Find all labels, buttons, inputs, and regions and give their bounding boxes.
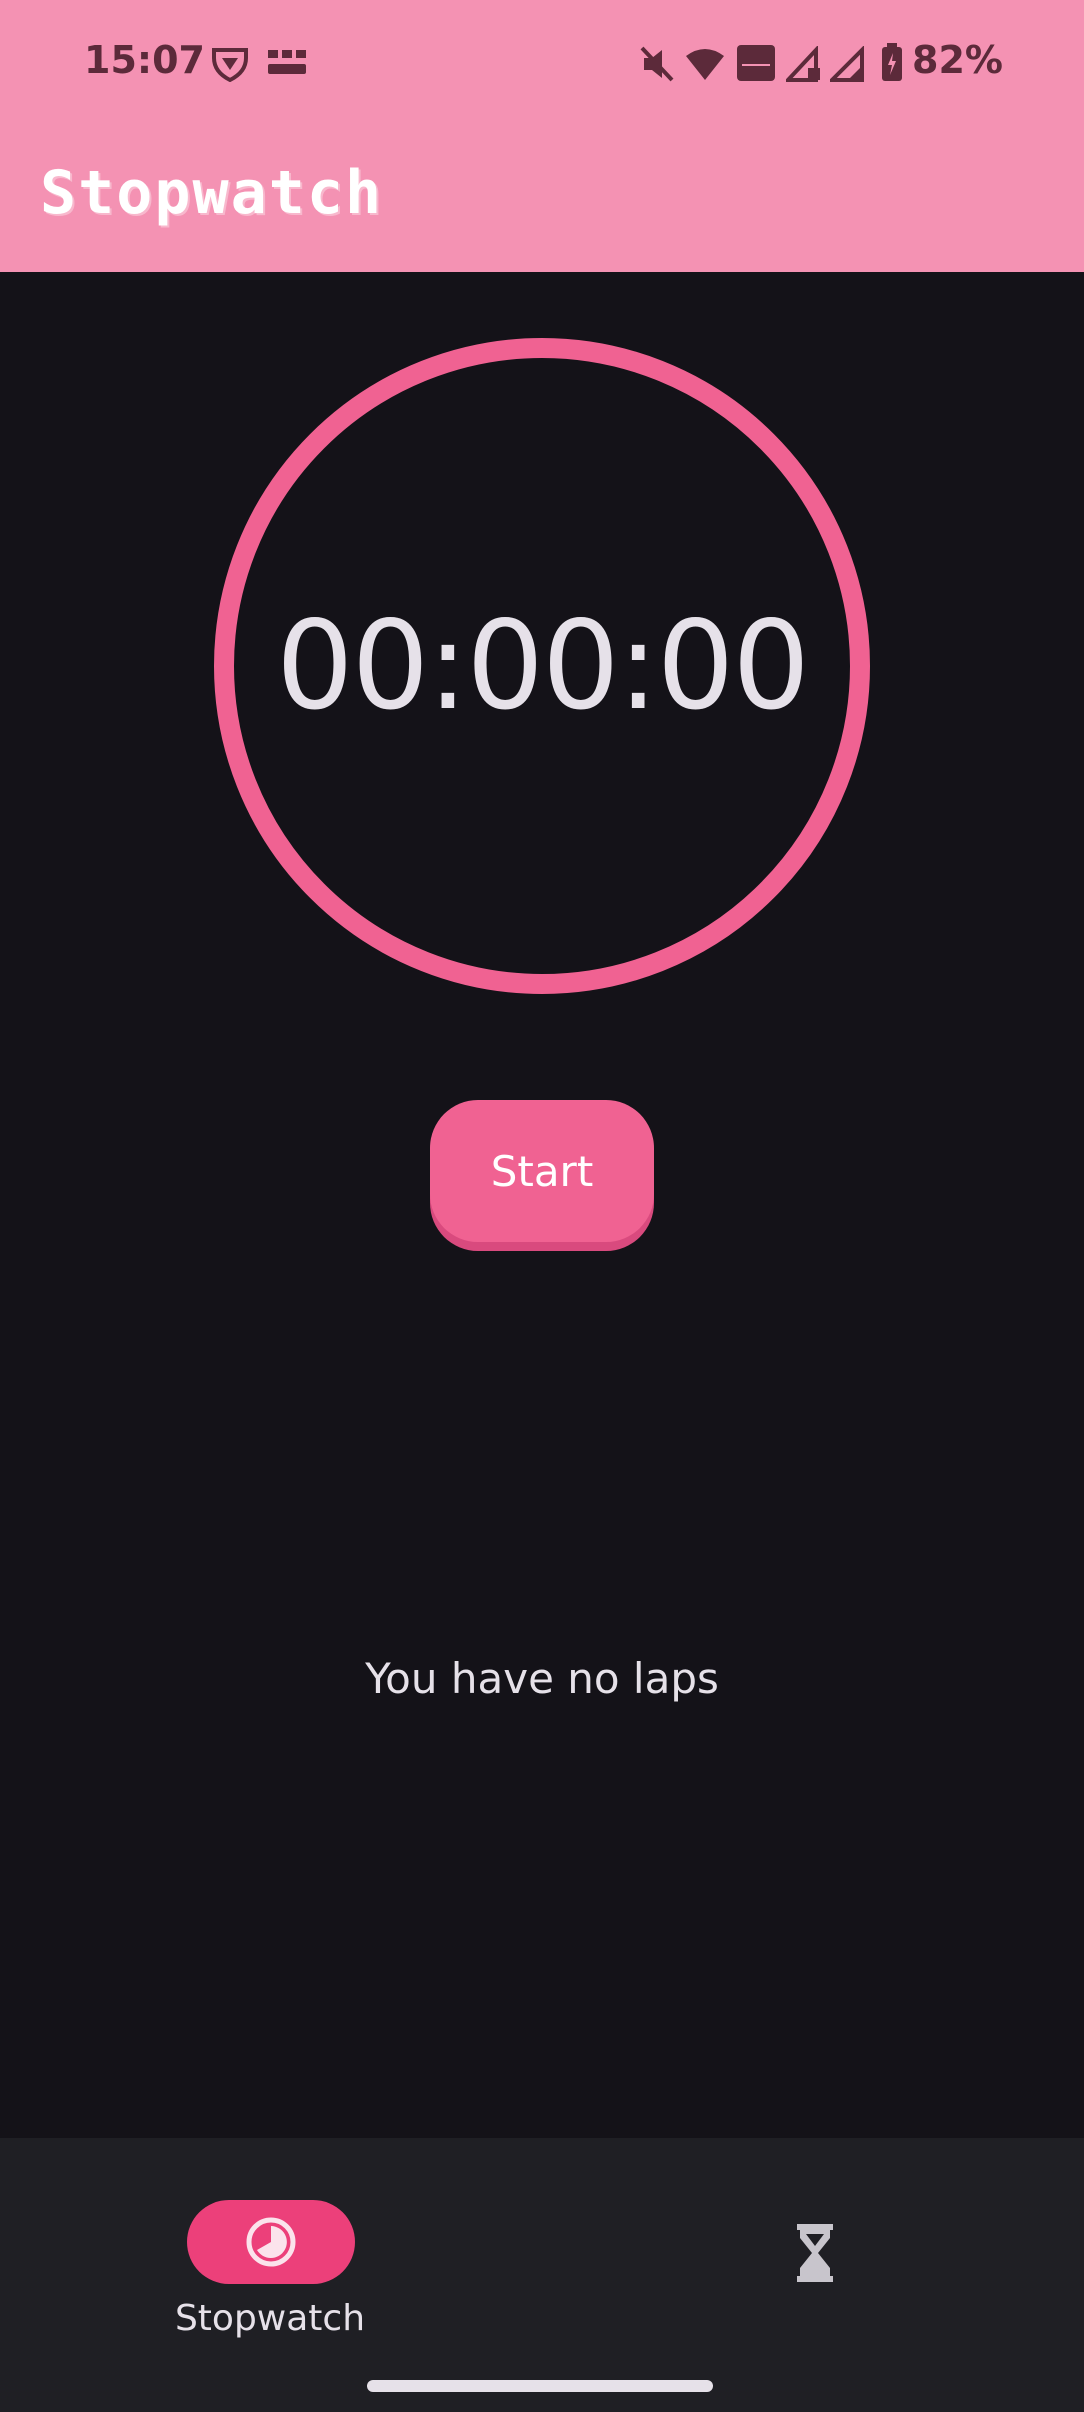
nav-active-indicator [187,2200,355,2284]
app-header: 15:07 82% Stopwatch [0,0,1084,272]
status-bar: 15:07 82% [0,0,1084,128]
timer-display: 00:00:00 [276,595,810,737]
hourglass-icon [797,2224,833,2282]
nav-item-stopwatch[interactable]: Stopwatch [150,2168,390,2339]
signal-r-icon [786,46,820,82]
stopwatch-screen: 15:07 82% Stopwatch 00:00:00 Start You h… [0,0,1084,2412]
mute-icon [640,46,674,82]
nav-item-timer[interactable] [770,2198,860,2308]
status-time: 15:07 [84,38,205,82]
empty-laps-message: You have no laps [365,1654,719,1703]
battery-charging-icon [882,43,902,81]
temu-notification-icon [268,50,306,74]
wifi-icon [686,49,724,80]
page-title: Stopwatch [40,158,384,228]
vowifi-icon [737,45,775,81]
vpn-shield-icon [212,48,248,82]
nav-label-stopwatch: Stopwatch [174,2298,366,2339]
home-indicator[interactable] [367,2380,713,2392]
start-button[interactable]: Start [430,1100,654,1242]
stopwatch-icon [246,2217,296,2267]
bottom-navigation: Stopwatch [0,2138,1084,2412]
signal-icon [830,46,864,82]
battery-percent: 82% [912,38,1003,82]
